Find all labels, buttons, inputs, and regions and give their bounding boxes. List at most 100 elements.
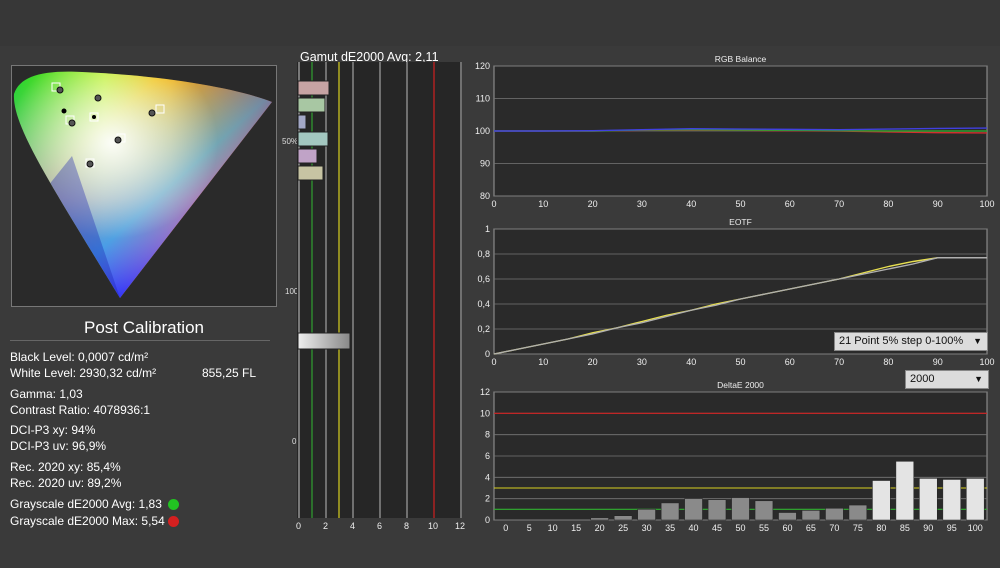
gamut-x-tick: 6 [377,521,383,531]
x-tick-label: 15 [571,523,581,533]
y-tick-label: 4 [485,472,490,482]
y-tick-label: 1 [485,224,490,234]
gamma-value: Gamma: 1,03 [10,387,83,401]
grayscale-avg: Grayscale dE2000 Avg: 1,83 [10,497,162,511]
gamut-x-tick: 8 [404,521,410,531]
x-tick-label: 95 [947,523,957,533]
y-tick-label: 0 [485,515,490,525]
eotf-step-dropdown[interactable]: 21 Point 5% step 0-100% ▼ [834,332,988,351]
rgb-balance-chart: RGB Balance 80 90 100 110 120 0 10 20 30 40 50 60 70 8… [465,53,995,215]
y-tick-label: 100 [475,126,490,136]
x-tick-label: 80 [883,199,893,209]
x-tick-label: 70 [834,357,844,367]
gamut-x-tick: 12 [455,521,466,531]
black-level: Black Level: 0,0007 cd/m² [10,350,149,364]
y-tick-label: 10 [480,408,490,418]
y-tick-label: 110 [476,94,490,104]
x-tick-label: 100 [979,199,994,209]
top-bar [0,0,1000,46]
deltae-bar [613,515,633,521]
x-tick-label: 70 [829,523,839,533]
deltae-chart: DeltaE 2000 0 2 4 6 8 10 12 0 5 10 15 20 25 30 35 40 45 50… [465,378,995,534]
x-tick-label: 75 [853,523,863,533]
x-tick-label: 60 [785,357,795,367]
x-tick-label: 20 [595,523,605,533]
contrast-ratio: Contrast Ratio: 4078936:1 [10,403,151,417]
gamut-x-tick: 0 [296,521,302,531]
white-level-fl: 855,25 FL [202,366,257,380]
x-tick-label: 100 [968,523,983,533]
x-tick-label: 30 [637,199,647,209]
deltae-bar [660,502,680,521]
gamut-x-tick: 4 [350,521,356,531]
gamut-x-tick: 2 [323,521,329,531]
deltae-bar [895,461,915,521]
x-tick-label: 0 [503,523,508,533]
x-tick-label: 30 [642,523,652,533]
y-tick-label: 0 [485,349,490,359]
grayscale-max: Grayscale dE2000 Max: 5,54 [10,514,165,528]
gamut-x-tick: 10 [428,521,439,531]
rec2020-uv: Rec. 2020 uv: 89,2% [10,476,122,490]
y-tick-label: 2 [485,494,490,504]
y-tick-label: 12 [480,387,490,397]
y-tick-label: 120 [475,61,490,71]
x-tick-label: 90 [933,357,943,367]
title-divider [10,340,270,341]
x-tick-label: 90 [923,523,933,533]
rec2020-xy: Rec. 2020 xy: 85,4% [10,460,121,474]
x-tick-label: 10 [538,357,548,367]
y-tick-label: 6 [485,451,490,461]
x-tick-label: 0 [491,199,496,209]
chart-title: DeltaE 2000 [717,380,764,390]
deltae-bar [754,500,774,521]
x-tick-label: 35 [665,523,675,533]
chart-title: EOTF [729,217,752,227]
gamut-de-chart [297,62,462,518]
y-tick-label: 0,4 [477,299,490,309]
x-tick-label: 80 [876,523,886,533]
calibration-title: Post Calibration [83,318,204,337]
x-tick-label: 5 [527,523,532,533]
x-tick-label: 80 [883,357,893,367]
x-tick-label: 50 [735,199,745,209]
y-tick-label: 80 [480,191,490,201]
x-tick-label: 30 [637,357,647,367]
chart-title: RGB Balance [715,54,767,64]
deltae-bar [778,512,797,521]
x-tick-label: 10 [538,199,548,209]
deltae-bar [731,497,750,521]
x-tick-label: 60 [782,523,792,533]
x-tick-label: 60 [785,199,795,209]
cie-diagram [11,65,277,307]
x-tick-label: 65 [806,523,816,533]
x-tick-label: 100 [979,357,994,367]
x-tick-label: 20 [588,357,598,367]
deltae-bar [848,504,868,521]
deltae-bar [707,499,727,521]
deltae-bar [919,478,938,521]
y-tick-label: 0,2 [477,324,490,334]
chevron-down-icon: ▼ [973,336,982,346]
x-tick-label: 50 [735,357,745,367]
x-tick-label: 40 [686,357,696,367]
y-tick-label: 0,6 [477,274,490,284]
x-tick-label: 40 [689,523,699,533]
dci-p3-uv: DCI-P3 uv: 96,9% [10,439,107,453]
eotf-step-value: 21 Point 5% step 0-100% [839,335,964,347]
gamut-y-label: 0 [292,437,297,446]
x-tick-label: 10 [548,523,558,533]
deltae-bar [825,508,844,521]
dci-p3-xy: DCI-P3 xy: 94% [10,423,96,437]
x-tick-label: 0 [491,357,496,367]
y-tick-label: 0,8 [477,249,490,259]
y-tick-label: 90 [480,159,490,169]
deltae-bar [684,498,703,521]
deltae-bar [872,480,891,521]
deltae-bar [801,510,821,521]
x-tick-label: 45 [712,523,722,533]
x-tick-label: 20 [588,199,598,209]
x-tick-label: 40 [686,199,696,209]
x-tick-label: 55 [759,523,769,533]
deltae-bar [942,479,961,521]
